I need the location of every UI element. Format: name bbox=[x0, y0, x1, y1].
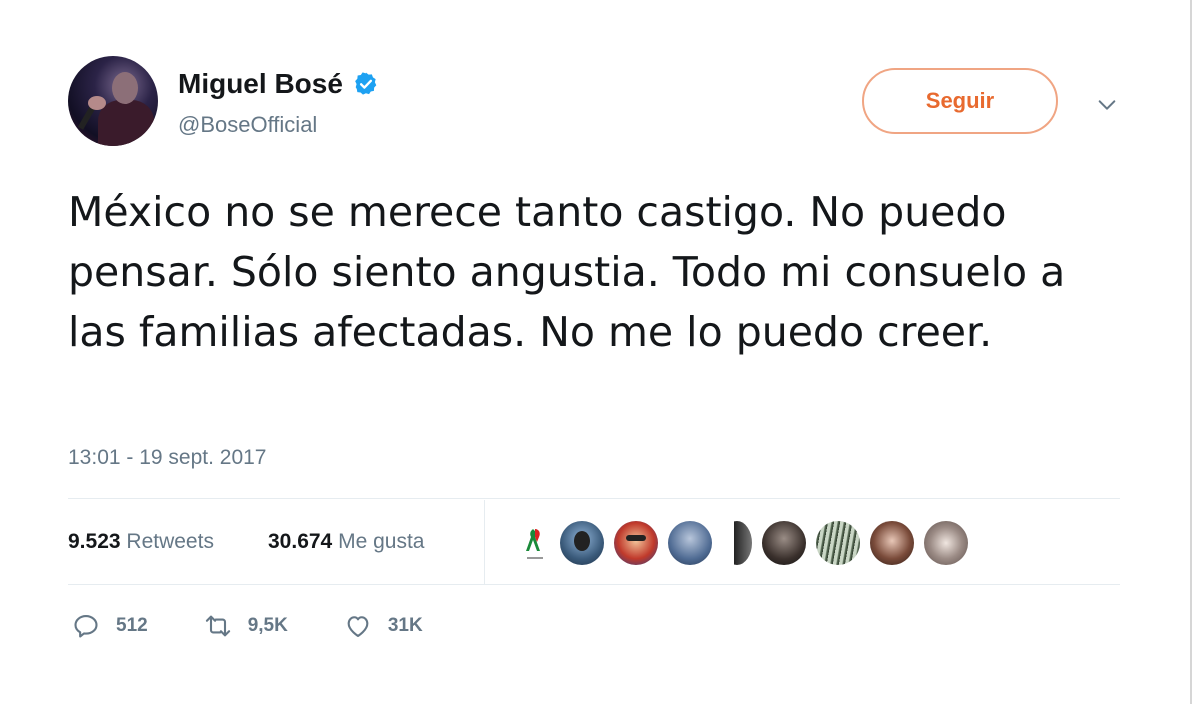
chevron-down-icon[interactable] bbox=[1096, 94, 1118, 116]
retweets-label: Retweets bbox=[126, 530, 214, 553]
avatar[interactable] bbox=[816, 521, 860, 565]
tweet-timestamp[interactable]: 13:01 - 19 sept. 2017 bbox=[68, 446, 267, 470]
reply-button[interactable]: 512 bbox=[72, 612, 148, 640]
avatar[interactable] bbox=[870, 521, 914, 565]
retweets-stat[interactable]: 9.523 Retweets bbox=[68, 530, 214, 554]
avatar[interactable] bbox=[614, 521, 658, 565]
stats-divider bbox=[484, 500, 485, 584]
likes-stat[interactable]: 30.674 Me gusta bbox=[268, 530, 424, 554]
like-button[interactable]: 31K bbox=[344, 612, 423, 640]
retweet-icon bbox=[205, 615, 230, 637]
avatar[interactable] bbox=[722, 521, 752, 565]
tweet-stats: 9.523 Retweets 30.674 Me gusta bbox=[68, 500, 1120, 584]
retweets-count: 9.523 bbox=[68, 530, 121, 553]
tweet-card: Miguel Bosé @BoseOfficial Seguir México … bbox=[0, 0, 1192, 704]
reply-count: 512 bbox=[116, 615, 148, 636]
avatar[interactable] bbox=[68, 56, 158, 146]
follow-button[interactable]: Seguir bbox=[862, 68, 1058, 134]
tweet-actions: 512 9,5K 31K bbox=[72, 612, 479, 640]
likes-count: 30.674 bbox=[268, 530, 333, 553]
user-handle[interactable]: @BoseOfficial bbox=[178, 112, 317, 138]
divider bbox=[68, 584, 1120, 585]
name-row: Miguel Bosé bbox=[178, 68, 379, 100]
like-count: 31K bbox=[387, 615, 423, 636]
retweet-count: 9,5K bbox=[247, 615, 288, 636]
avatar[interactable] bbox=[924, 521, 968, 565]
mexico-ribbon-icon[interactable] bbox=[520, 521, 550, 565]
avatar[interactable] bbox=[560, 521, 604, 565]
retweet-button[interactable]: 9,5K bbox=[204, 612, 288, 640]
divider bbox=[68, 498, 1120, 499]
tweet-header: Miguel Bosé @BoseOfficial Seguir bbox=[68, 56, 1128, 148]
display-name[interactable]: Miguel Bosé bbox=[178, 68, 343, 100]
verified-badge-icon bbox=[355, 72, 377, 95]
likes-label: Me gusta bbox=[338, 530, 425, 553]
tweet-text: México no se merece tanto castigo. No pu… bbox=[68, 188, 1066, 356]
heart-icon bbox=[347, 616, 369, 637]
reply-icon bbox=[74, 615, 98, 638]
avatar[interactable] bbox=[762, 521, 806, 565]
liker-avatars bbox=[520, 520, 978, 566]
avatar[interactable] bbox=[668, 521, 712, 565]
